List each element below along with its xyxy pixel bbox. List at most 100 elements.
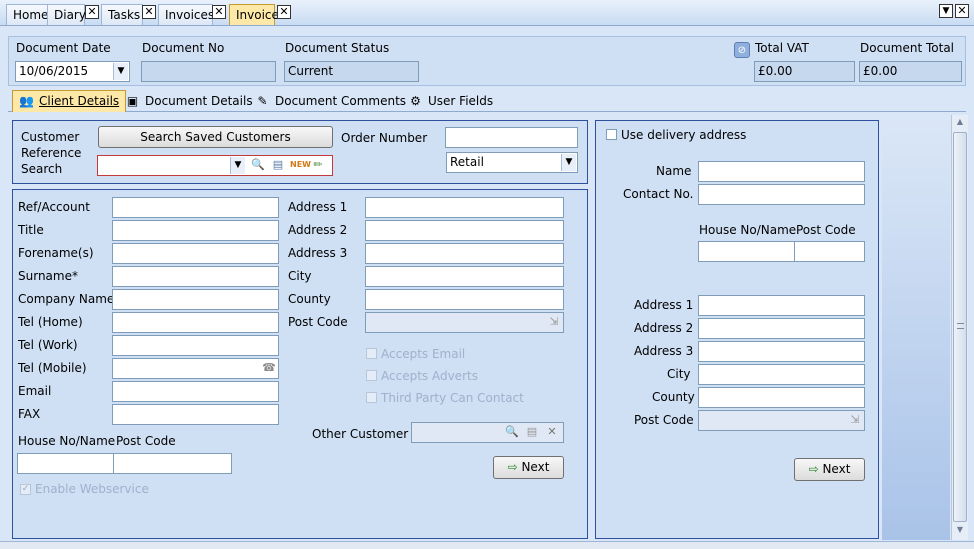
edit-icon[interactable]: ✏ <box>310 157 326 173</box>
delivery-address2-input[interactable] <box>698 318 865 339</box>
forename-input[interactable] <box>112 243 279 264</box>
post-code-label: Post Code <box>288 315 348 329</box>
city-input[interactable] <box>365 266 564 287</box>
close-icon[interactable]: ✕ <box>85 5 99 19</box>
tab-user-fields[interactable]: ⚙ User Fields <box>401 90 500 112</box>
new-icon[interactable]: NEW <box>290 157 311 173</box>
vertical-scrollbar[interactable]: ▲ ▼ <box>951 115 968 540</box>
delivery-name-input[interactable] <box>698 161 865 182</box>
delivery-postcode-input[interactable]: ⇲ <box>698 410 865 431</box>
chevron-down-icon[interactable]: ▼ <box>561 154 576 171</box>
search-saved-customers-button[interactable]: Search Saved Customers <box>98 126 333 148</box>
tab-diary[interactable]: Diary <box>47 4 86 25</box>
sales-type-select[interactable]: Retail ▼ <box>446 152 578 173</box>
tab-tasks[interactable]: Tasks <box>101 4 143 25</box>
accepts-adverts-checkbox[interactable] <box>366 370 377 381</box>
phone-icon[interactable]: ☎ <box>261 360 277 376</box>
close-icon[interactable]: ✕ <box>142 5 156 19</box>
tab-home[interactable]: Home <box>6 4 48 25</box>
postcode-lookup-icon[interactable]: ⇲ <box>847 412 863 428</box>
county-input[interactable] <box>365 289 564 310</box>
address2-input[interactable] <box>365 220 564 241</box>
other-customer-input[interactable]: 🔍 ▤ ✕ <box>411 422 564 443</box>
tab-label: Tasks <box>108 8 141 22</box>
post-code-input[interactable]: ⇲ <box>365 312 564 333</box>
delivery-house-input[interactable] <box>698 241 795 262</box>
order-number-input[interactable] <box>445 127 578 148</box>
doc-date-label: Document Date <box>16 41 111 55</box>
surname-label: Surname* <box>18 269 78 283</box>
close-window-icon[interactable]: ✕ <box>955 4 969 18</box>
delivery-address1-input[interactable] <box>698 295 865 316</box>
tab-list-dropdown-icon[interactable]: ▼ <box>939 4 953 18</box>
doc-status-field: Current <box>284 61 419 82</box>
title-label: Title <box>18 223 44 237</box>
document-tab-strip: Home Diary ✕ Tasks ✕ Invoices ✕ Invoice … <box>0 0 974 26</box>
status-bar <box>0 541 974 549</box>
tab-document-comments[interactable]: ✎ Document Comments <box>248 90 413 112</box>
email-input[interactable] <box>112 381 279 402</box>
delivery-house-postcode-label: Post Code <box>796 223 856 237</box>
scroll-down-icon[interactable]: ▼ <box>954 525 966 534</box>
delivery-address2-label: Address 2 <box>634 321 694 335</box>
doc-status-label: Document Status <box>285 41 390 55</box>
clear-icon[interactable]: ✕ <box>544 424 560 440</box>
city-label: City <box>288 269 312 283</box>
chevron-down-icon[interactable]: ▼ <box>230 157 245 174</box>
customer-search-panel: Customer Reference Search Search Saved C… <box>12 120 588 184</box>
tel-home-input[interactable] <box>112 312 279 333</box>
accepts-email-checkbox[interactable] <box>366 348 377 359</box>
edit-icon[interactable]: ▤ <box>524 424 540 440</box>
delivery-contact-input[interactable] <box>698 184 865 205</box>
tab-invoices[interactable]: Invoices <box>158 4 214 25</box>
tab-label: User Fields <box>428 94 494 108</box>
next-label: Next <box>822 462 851 476</box>
grip-icon <box>957 323 964 329</box>
county-label: County <box>288 292 331 306</box>
delivery-city-input[interactable] <box>698 364 865 385</box>
delivery-city-label: City <box>667 367 691 381</box>
delivery-next-button[interactable]: ⇨ Next <box>794 458 865 481</box>
customer-reference-label: Customer Reference Search <box>21 130 82 176</box>
fax-input[interactable] <box>112 404 279 425</box>
delivery-house-postcode-input[interactable] <box>794 241 865 262</box>
customer-reference-input[interactable]: ▼ 🔍 ▤ NEW ✏ <box>97 155 333 176</box>
address1-input[interactable] <box>365 197 564 218</box>
ref-account-input[interactable] <box>112 197 279 218</box>
tab-client-details[interactable]: 👥 Client Details <box>12 90 127 112</box>
use-delivery-checkbox[interactable] <box>606 129 617 140</box>
scroll-thumb[interactable] <box>953 132 967 522</box>
title-input[interactable] <box>112 220 279 241</box>
address3-input[interactable] <box>365 243 564 264</box>
accepts-email-label: Accepts Email <box>381 347 466 361</box>
search-icon[interactable]: 🔍 <box>250 157 266 173</box>
close-icon[interactable]: ✕ <box>277 5 291 19</box>
next-label: Next <box>521 460 550 474</box>
house-postcode-input[interactable] <box>113 453 232 474</box>
search-icon[interactable]: 🔍 <box>504 424 520 440</box>
tab-invoice[interactable]: Invoice <box>229 4 279 25</box>
chevron-down-icon[interactable]: ▼ <box>113 63 128 80</box>
delivery-county-input[interactable] <box>698 387 865 408</box>
fax-label: FAX <box>18 407 41 421</box>
company-name-input[interactable] <box>112 289 279 310</box>
enable-webservice-checkbox[interactable]: ✓ <box>20 484 31 495</box>
doc-date-field[interactable]: 10/06/2015 ▼ <box>15 61 130 82</box>
scroll-up-icon[interactable]: ▲ <box>954 117 966 126</box>
delivery-county-label: County <box>652 390 695 404</box>
postcode-lookup-icon[interactable]: ⇲ <box>546 314 562 330</box>
tel-mobile-input[interactable]: ☎ <box>112 358 279 379</box>
delivery-address3-input[interactable] <box>698 341 865 362</box>
calendar-icon[interactable]: ▤ <box>270 157 286 173</box>
next-button[interactable]: ⇨ Next <box>493 456 564 479</box>
third-party-checkbox[interactable] <box>366 392 377 403</box>
delivery-address1-label: Address 1 <box>634 298 694 312</box>
tel-work-input[interactable] <box>112 335 279 356</box>
address1-label: Address 1 <box>288 200 348 214</box>
tab-document-details[interactable]: ▣ Document Details <box>118 90 260 112</box>
close-icon[interactable]: ✕ <box>212 5 226 19</box>
document-header: Document Date 10/06/2015 ▼ Document No D… <box>8 36 966 86</box>
surname-input[interactable] <box>112 266 279 287</box>
house-no-input[interactable] <box>17 453 114 474</box>
vat-info-icon[interactable]: ⊘ <box>734 42 750 58</box>
